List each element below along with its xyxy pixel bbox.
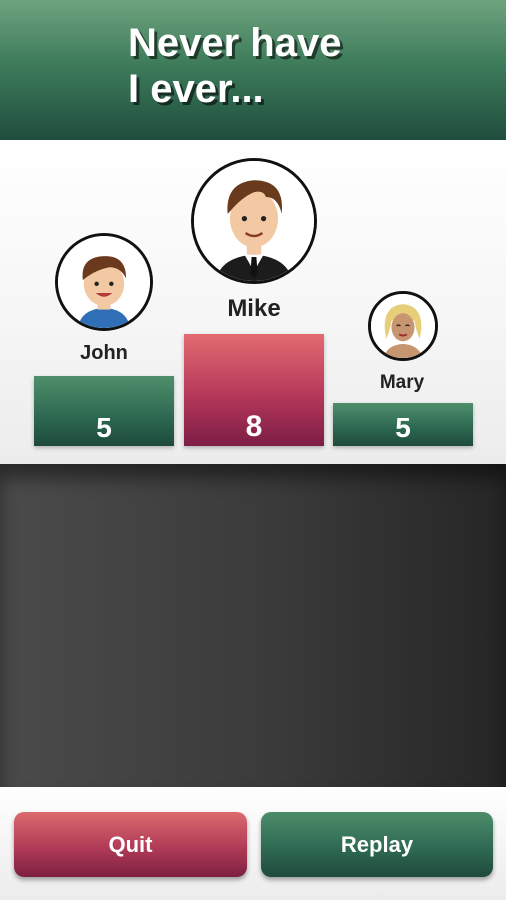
score-mike: 8 (245, 410, 263, 443)
title-line-1: Never have (128, 21, 342, 65)
player-name-john: John (80, 342, 128, 364)
mike-avatar-icon (191, 158, 317, 284)
score-bar-mary: 5 (333, 403, 473, 446)
quit-button[interactable]: Quit (14, 812, 247, 877)
content-panel (0, 464, 506, 787)
podium-area: John 5 Mike 8 Mary 5 (0, 140, 506, 464)
title-line-2: I ever... (128, 67, 264, 111)
score-bar-mike: 8 (184, 334, 324, 446)
score-mary: 5 (395, 412, 411, 443)
player-name-mike: Mike (227, 295, 281, 322)
page-title: Never have I ever... (128, 20, 341, 112)
john-avatar-icon (55, 233, 153, 331)
mary-avatar-icon (368, 291, 438, 361)
player-name-mary: Mary (379, 372, 425, 393)
replay-button[interactable]: Replay (261, 812, 493, 877)
score-john: 5 (96, 412, 112, 443)
header-bar: Never have I ever... (0, 0, 506, 140)
score-bar-john: 5 (34, 376, 174, 446)
